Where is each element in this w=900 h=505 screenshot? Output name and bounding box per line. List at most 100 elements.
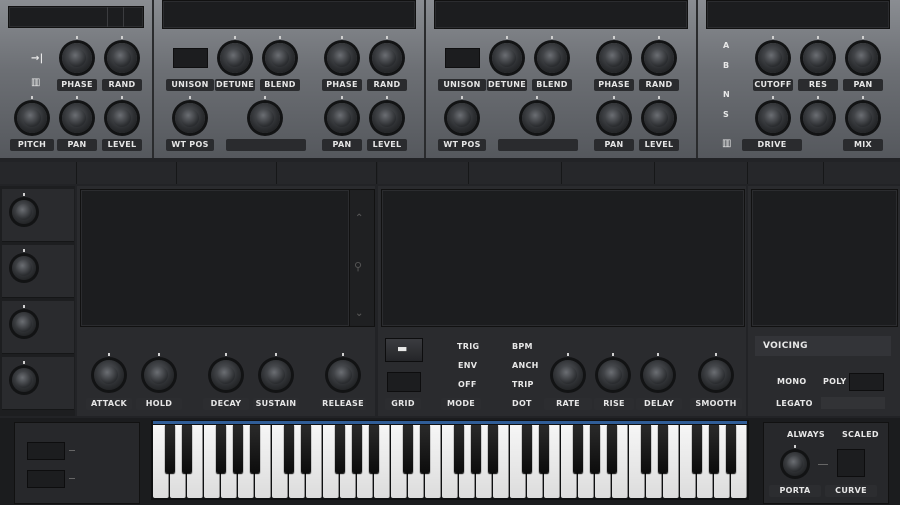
osc-b-level-knob[interactable]	[644, 96, 674, 133]
cutoff-knob[interactable]	[758, 36, 788, 73]
osc-b-rand-knob[interactable]	[644, 36, 674, 73]
black-key[interactable]	[454, 425, 464, 473]
delay-knob[interactable]	[643, 353, 673, 390]
zoom-icon[interactable]: ⚲	[354, 260, 362, 273]
pitch-down-display[interactable]	[27, 470, 65, 488]
tab-env-3[interactable]	[277, 162, 377, 184]
black-key[interactable]	[182, 425, 192, 473]
scroll-up-icon[interactable]: ⌃	[355, 213, 364, 224]
lfo-sync-trip[interactable]: TRIP	[512, 380, 534, 389]
route-a[interactable]: A	[723, 41, 730, 50]
rise-knob[interactable]	[598, 353, 628, 390]
porta-knob[interactable]	[783, 445, 807, 476]
folder-button[interactable]: ▬	[385, 338, 423, 362]
osc-a-blend-knob[interactable]	[265, 36, 295, 73]
osc-b-phase-knob[interactable]	[599, 36, 629, 73]
always-toggle[interactable]: ALWAYS	[787, 430, 825, 439]
osc-a-rand-knob[interactable]	[372, 36, 402, 73]
macro-3-knob[interactable]	[12, 305, 36, 336]
tab-env-1[interactable]	[77, 162, 177, 184]
decay-knob[interactable]	[211, 353, 241, 390]
lfo-mode-trig[interactable]: TRIG	[457, 342, 479, 351]
route-b[interactable]: B	[723, 61, 729, 70]
osc-a-phase-knob[interactable]	[327, 36, 357, 73]
black-key[interactable]	[352, 425, 362, 473]
black-key[interactable]	[420, 425, 430, 473]
scroll-down-icon[interactable]: ⌄	[355, 308, 364, 319]
pitch-knob[interactable]	[17, 96, 47, 133]
black-key[interactable]	[250, 425, 260, 473]
tab-lfo-1[interactable]	[378, 162, 469, 184]
black-key[interactable]	[335, 425, 345, 473]
osc-b-wtpos-knob[interactable]	[447, 96, 477, 133]
lfo-sync-anch[interactable]: ANCH	[512, 361, 539, 370]
voicing-display[interactable]	[751, 189, 898, 327]
route-n[interactable]: N	[723, 90, 730, 99]
black-key[interactable]	[216, 425, 226, 473]
black-key[interactable]	[709, 425, 719, 473]
level-knob[interactable]	[107, 96, 137, 133]
grid-display[interactable]	[387, 372, 421, 392]
osc-a-wtpos-knob[interactable]	[175, 96, 205, 133]
lfo-mode-env[interactable]: ENV	[458, 361, 477, 370]
filter-display[interactable]	[706, 0, 890, 29]
black-key[interactable]	[692, 425, 702, 473]
osc-b-detune-knob[interactable]	[492, 36, 522, 73]
phase-knob[interactable]	[62, 36, 92, 73]
tab-lfo-3[interactable]	[562, 162, 655, 184]
lfo-display[interactable]	[381, 189, 745, 327]
curve-display[interactable]	[837, 449, 865, 477]
osc-a-level-knob[interactable]	[372, 96, 402, 133]
tab-lfo-4[interactable]	[655, 162, 748, 184]
keyboard-icon[interactable]: ▥	[31, 77, 41, 88]
black-key[interactable]	[658, 425, 668, 473]
res-knob[interactable]	[803, 36, 833, 73]
drive-knob[interactable]	[758, 96, 788, 133]
mono-toggle[interactable]: MONO	[777, 377, 806, 386]
macro-1-knob[interactable]	[12, 193, 36, 224]
tab-mod-1[interactable]	[0, 162, 77, 184]
black-key[interactable]	[522, 425, 532, 473]
black-key[interactable]	[403, 425, 413, 473]
black-key[interactable]	[233, 425, 243, 473]
envelope-display[interactable]	[80, 189, 350, 327]
osc-a-display[interactable]	[162, 0, 416, 29]
lfo-sync-dot[interactable]: DOT	[512, 399, 532, 408]
black-key[interactable]	[369, 425, 379, 473]
filter-keytrack-icon[interactable]: ▥	[722, 138, 732, 149]
osc-a-pan-knob[interactable]	[327, 96, 357, 133]
black-key[interactable]	[488, 425, 498, 473]
mix-knob[interactable]	[848, 96, 878, 133]
tab-voice-1[interactable]	[748, 162, 824, 184]
black-key[interactable]	[471, 425, 481, 473]
black-key[interactable]	[573, 425, 583, 473]
black-key[interactable]	[284, 425, 294, 473]
osc-b-display[interactable]	[434, 0, 688, 29]
sustain-knob[interactable]	[261, 353, 291, 390]
route-s[interactable]: S	[723, 110, 729, 119]
poly-count-display[interactable]	[849, 373, 884, 391]
pitch-up-display[interactable]	[27, 442, 65, 460]
osc-b-aux-knob[interactable]	[522, 96, 552, 133]
filter-aux-knob[interactable]	[803, 96, 833, 133]
filter-pan-knob[interactable]	[848, 36, 878, 73]
legato-field[interactable]	[821, 397, 885, 409]
unison-display[interactable]	[173, 48, 208, 68]
lfo-sync-bpm[interactable]: BPM	[512, 342, 533, 351]
lfo-mode-off[interactable]: OFF	[458, 380, 477, 389]
rate-knob[interactable]	[553, 353, 583, 390]
black-key[interactable]	[539, 425, 549, 473]
scaled-toggle[interactable]: SCALED	[842, 430, 879, 439]
osc-a-aux-knob[interactable]	[250, 96, 280, 133]
pan-knob[interactable]	[62, 96, 92, 133]
black-key[interactable]	[641, 425, 651, 473]
black-key[interactable]	[590, 425, 600, 473]
osc-b-pan-knob[interactable]	[599, 96, 629, 133]
attack-knob[interactable]	[94, 353, 124, 390]
black-key[interactable]	[607, 425, 617, 473]
black-key[interactable]	[165, 425, 175, 473]
black-key[interactable]	[726, 425, 736, 473]
tab-env-2[interactable]	[177, 162, 277, 184]
smooth-knob[interactable]	[701, 353, 731, 390]
osc-b-unison-display[interactable]	[445, 48, 480, 68]
